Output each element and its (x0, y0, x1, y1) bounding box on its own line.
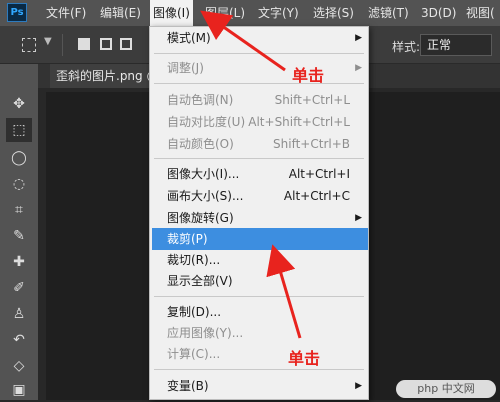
annotation-arrows (200, 10, 302, 339)
arrow-to-crop-item (266, 244, 302, 339)
annotation-click-2: 单击 (288, 349, 321, 368)
annotation-click-1: 单击 (292, 66, 325, 85)
arrow-to-image-menu (200, 10, 286, 72)
watermark-logo: php 中文网 (396, 380, 496, 398)
